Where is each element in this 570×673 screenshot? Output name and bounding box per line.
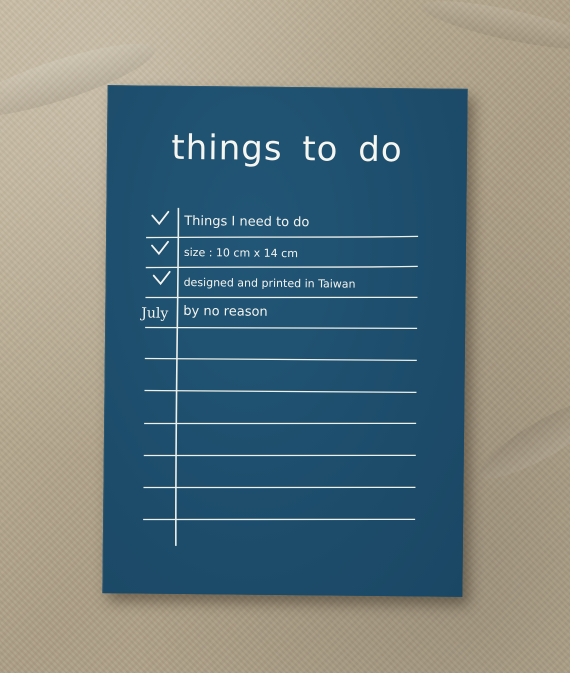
check-icon <box>151 210 170 226</box>
ruled-line <box>143 454 416 457</box>
ruled-line <box>143 486 416 489</box>
todo-row-3-text: designed and printed in Taiwan <box>183 275 356 291</box>
ruled-line <box>145 326 418 330</box>
ruled-line <box>143 518 416 521</box>
check-icon <box>152 270 171 286</box>
ruled-line <box>144 422 417 425</box>
ruled-line <box>144 357 417 362</box>
ruled-line <box>144 389 417 394</box>
ruled-line <box>145 265 418 269</box>
ruled-line <box>145 296 418 299</box>
todo-row-4-date: July <box>141 305 169 322</box>
todo-row-4-text: by no reason <box>183 303 268 320</box>
check-icon <box>151 240 169 256</box>
ruled-line <box>146 235 419 239</box>
ruled-lines <box>143 207 419 546</box>
todo-row-2-text: size : 10 cm x 14 cm <box>183 245 299 261</box>
fabric-fold <box>471 384 570 492</box>
fabric-fold <box>418 0 570 59</box>
todo-notepad: things to do Things I need to do size : … <box>102 85 468 597</box>
todo-row-1-text: Things I need to do <box>184 213 310 231</box>
margin-line <box>175 207 180 546</box>
